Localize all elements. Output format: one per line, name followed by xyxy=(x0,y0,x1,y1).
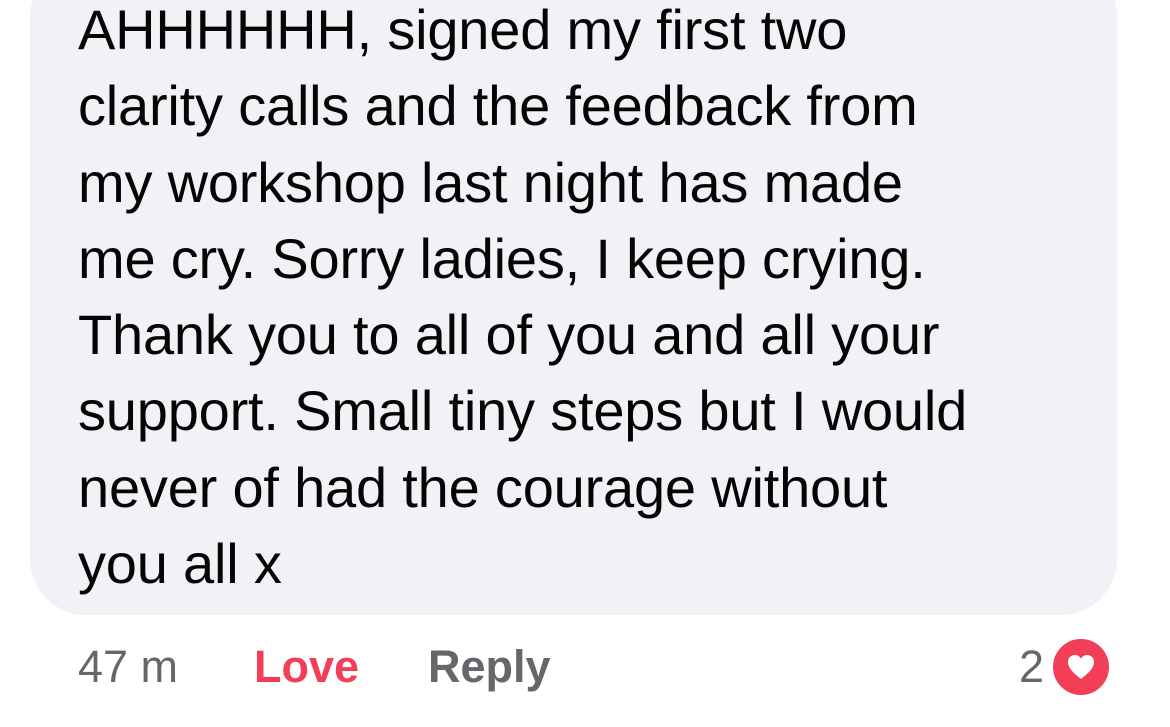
reaction-count: 2 xyxy=(1019,641,1045,692)
heart-icon xyxy=(1050,636,1113,698)
comment-actions: 47 m Love Reply 2 xyxy=(0,632,1170,702)
reply-button[interactable]: Reply xyxy=(428,637,551,697)
timestamp[interactable]: 47 m xyxy=(78,637,178,697)
reaction-summary[interactable]: 2 xyxy=(1019,632,1113,702)
comment-text: AHHHHHH, signed my first two clarity cal… xyxy=(78,0,968,596)
love-reaction-button[interactable]: Love xyxy=(254,637,359,697)
